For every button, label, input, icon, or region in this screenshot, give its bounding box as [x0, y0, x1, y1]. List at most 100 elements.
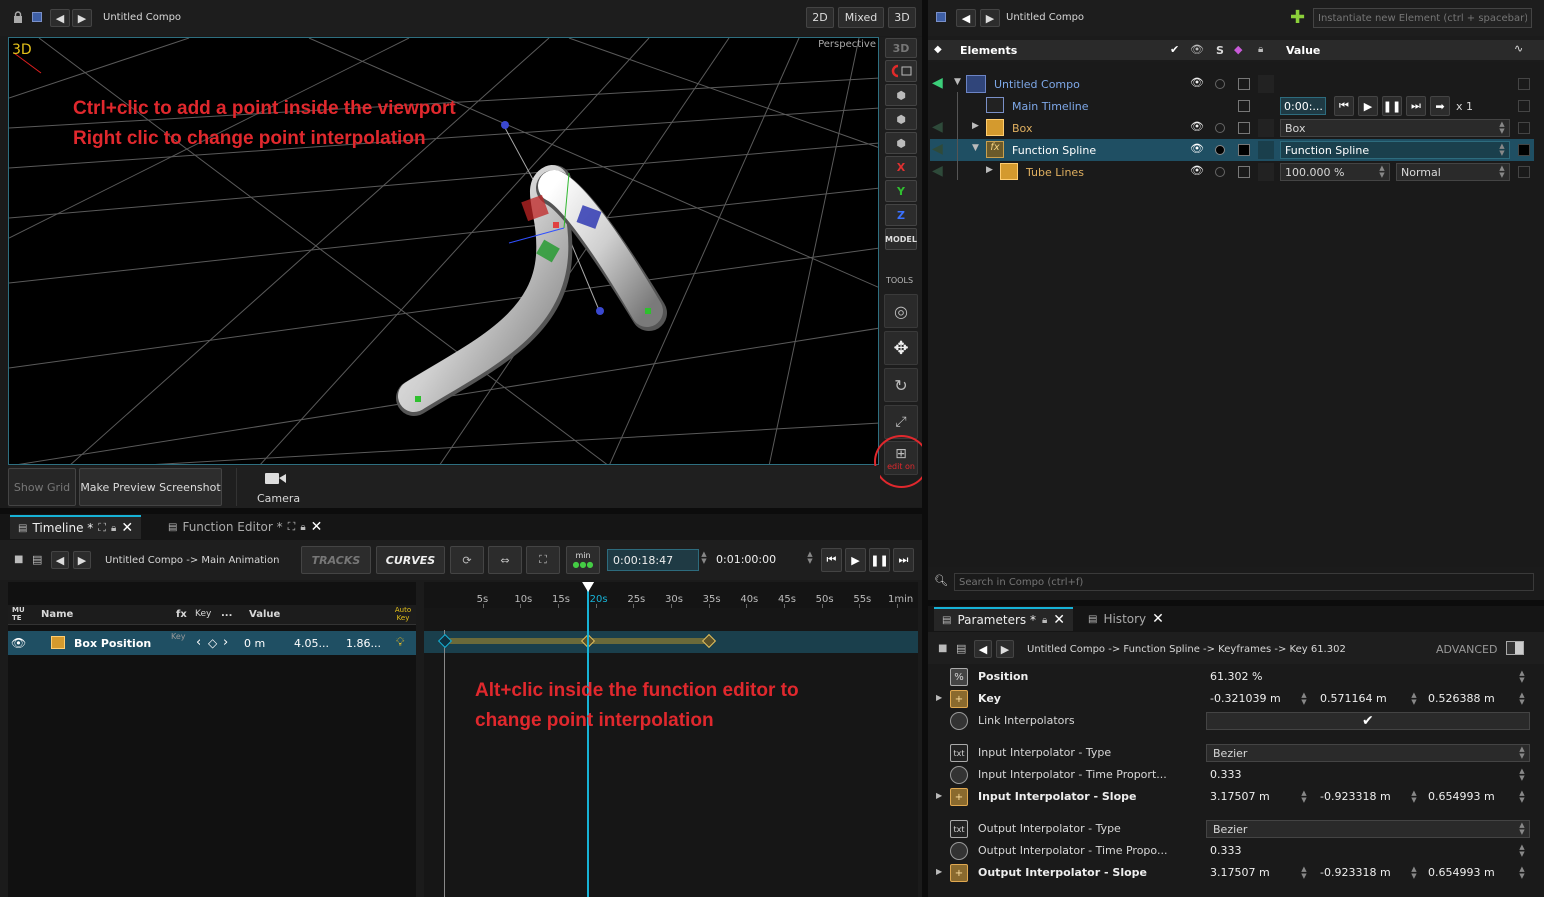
maximize-icon[interactable]: ⛶: [288, 520, 296, 534]
param-value[interactable]: -0.923318 m: [1320, 790, 1391, 803]
goto-end-button[interactable]: ⏭: [893, 548, 914, 572]
waveform-icon[interactable]: ∿: [1514, 42, 1523, 55]
camera-snap-button[interactable]: [885, 60, 917, 82]
close-icon[interactable]: ✕: [1152, 611, 1164, 627]
mode-2d-button[interactable]: 2D: [806, 7, 834, 28]
param-row[interactable]: % Position 61.302 % ▲ ▼: [934, 666, 1534, 688]
track-row[interactable]: 👁︎ Box Position Key ‹ ◇ › 0 m 4.05... 1.…: [8, 631, 416, 655]
add-key-icon[interactable]: ◇: [208, 636, 217, 650]
lock-checkbox[interactable]: [1238, 78, 1250, 90]
param-value[interactable]: 61.302 %: [1210, 670, 1262, 683]
eye-icon[interactable]: 👁︎: [1190, 120, 1204, 133]
lock-icon[interactable]: 🔒︎: [1258, 44, 1263, 55]
forward-button[interactable]: ▶: [980, 9, 1000, 27]
instantiate-input[interactable]: [1313, 8, 1532, 28]
lock-icon[interactable]: 🔒︎: [300, 522, 305, 533]
axis-z-button[interactable]: Z: [885, 204, 917, 226]
close-icon[interactable]: ✕: [121, 520, 133, 536]
param-row[interactable]: ▶ + Output Interpolator - Slope 3.17507 m ▲ ▼…: [934, 862, 1534, 884]
param-row[interactable]: o Link Interpolators ✔: [934, 710, 1534, 732]
tool-scale-button[interactable]: ⤢: [884, 405, 918, 439]
expand-icon[interactable]: ▼: [954, 77, 961, 87]
lock-icon[interactable]: [12, 10, 24, 24]
view-3d-button[interactable]: 3D: [885, 38, 917, 58]
play-button[interactable]: ▶: [845, 548, 866, 572]
forward-button[interactable]: ▶: [72, 9, 92, 27]
tree-row-untitled-compo[interactable]: ◀ ▼ Untitled Compo 👁︎: [930, 73, 1534, 95]
param-row[interactable]: ▶ + Input Interpolator - Slope 3.17507 m ▲ ▼ -…: [934, 786, 1534, 808]
link-interpolators-toggle[interactable]: ✔: [1206, 712, 1530, 730]
param-value[interactable]: 0.526388 m: [1428, 692, 1495, 705]
expand-icon[interactable]: ▼: [972, 143, 979, 153]
eye-icon[interactable]: 👁︎: [1190, 76, 1204, 89]
solo-radio[interactable]: [1215, 123, 1225, 133]
value-stepper[interactable]: ▲ ▼: [1518, 866, 1526, 880]
pause-button[interactable]: ❚❚: [1382, 96, 1402, 116]
back-button[interactable]: ◀: [956, 9, 976, 27]
tab-timeline[interactable]: ▤ Timeline * ⛶ 🔒︎ ✕: [10, 515, 142, 539]
value-stepper[interactable]: ▲ ▼: [1410, 866, 1418, 880]
interpolator-type-dropdown[interactable]: Bezier ▲ ▼: [1206, 820, 1530, 838]
value-stepper[interactable]: ▲ ▼: [1518, 670, 1526, 684]
lock-checkbox[interactable]: [1238, 122, 1250, 134]
interpolator-type-dropdown[interactable]: Bezier ▲ ▼: [1206, 744, 1530, 762]
tree-row-function-spline[interactable]: ◀ ▼ fx Function Spline 👁︎ Function Splin…: [930, 139, 1534, 161]
tool-select-button[interactable]: ◎: [884, 294, 918, 328]
lock-icon[interactable]: 🔒︎: [1042, 615, 1047, 626]
projection-label[interactable]: Perspective: [818, 39, 876, 50]
opacity-field[interactable]: 100.000 % ▲ ▼: [1280, 163, 1390, 181]
row-checkbox[interactable]: [1518, 100, 1530, 112]
eye-icon[interactable]: 👁︎: [1190, 164, 1204, 177]
tree-row-box[interactable]: ◀ ▶ Box 👁︎ Box ▲ ▼: [930, 117, 1534, 139]
track-value-3[interactable]: 1.86...: [346, 637, 381, 650]
close-icon[interactable]: ✕: [311, 519, 323, 535]
box-value-dropdown[interactable]: Box ▲ ▼: [1280, 119, 1510, 137]
value-stepper[interactable]: ▲ ▼: [1300, 866, 1308, 880]
current-time-stepper[interactable]: ▲ ▼: [700, 551, 708, 565]
curves-button[interactable]: CURVES: [376, 546, 445, 574]
lock-checkbox[interactable]: [1238, 166, 1250, 178]
cube-view-side-button[interactable]: ⬢: [885, 132, 917, 154]
tool-move-button[interactable]: ✥: [884, 331, 918, 365]
value-stepper[interactable]: ▲ ▼: [1518, 844, 1526, 858]
goto-start-button[interactable]: ⏮: [1334, 96, 1354, 116]
param-value[interactable]: 3.17507 m: [1210, 790, 1270, 803]
row-checkbox[interactable]: [1518, 144, 1530, 156]
advanced-toggle[interactable]: [1506, 641, 1524, 655]
row-checkbox[interactable]: [1518, 78, 1530, 90]
pin-icon[interactable]: ◆: [934, 44, 942, 55]
model-button[interactable]: MODEL: [885, 228, 917, 250]
close-icon[interactable]: ✕: [1053, 612, 1065, 628]
goto-start-button[interactable]: ⏮: [821, 548, 842, 572]
time-format-button[interactable]: min ●●●: [566, 546, 600, 574]
tree-row-main-timeline[interactable]: Main Timeline 0:00:... ⏮ ▶ ❚❚ ⏭ ➡ x 1: [930, 95, 1534, 117]
param-row[interactable]: ▶ + Key -0.321039 m ▲ ▼ 0.571164 m ▲ ▼ 0.526388 m…: [934, 688, 1534, 710]
loop-button[interactable]: ⟳: [450, 546, 484, 574]
viewport-canvas[interactable]: 3D Perspective Ctrl+clic to add a point …: [8, 37, 879, 465]
output-arrow-icon[interactable]: ◀: [932, 141, 943, 157]
preview-screenshot-button[interactable]: Make Preview Screenshot: [79, 468, 222, 506]
expand-icon[interactable]: ▶: [936, 791, 942, 800]
back-button[interactable]: ◀: [50, 9, 70, 27]
track-value-1[interactable]: 0 m: [244, 637, 265, 650]
color-tag-icon[interactable]: ◆: [1234, 43, 1242, 56]
check-icon[interactable]: ✔: [1170, 43, 1179, 56]
output-arrow-icon[interactable]: ◀: [932, 119, 943, 135]
param-value[interactable]: 3.17507 m: [1210, 866, 1270, 879]
fit-horizontal-button[interactable]: ⇔: [488, 546, 522, 574]
lock-icon[interactable]: 🔒︎: [111, 523, 116, 534]
expand-icon[interactable]: ▶: [972, 121, 979, 131]
lock-icon[interactable]: ■: [14, 554, 23, 565]
expand-icon[interactable]: ▶: [936, 867, 942, 876]
track-value-2[interactable]: 4.05...: [294, 637, 329, 650]
output-arrow-icon[interactable]: ◀: [932, 75, 943, 91]
tab-parameters[interactable]: ▤ Parameters * 🔒︎ ✕: [934, 607, 1074, 631]
output-arrow-icon[interactable]: ◀: [932, 163, 943, 179]
end-time-field[interactable]: 0:01:00:00: [712, 549, 804, 571]
play-button[interactable]: ▶: [1358, 96, 1378, 116]
solo-radio[interactable]: [1215, 79, 1225, 89]
tracks-button[interactable]: TRACKS: [301, 546, 371, 574]
param-value[interactable]: 0.333: [1210, 768, 1242, 781]
lightbulb-icon[interactable]: 💡︎: [396, 635, 404, 650]
tab-function-editor[interactable]: ▤ Function Editor * ⛶ 🔒︎ ✕: [160, 515, 330, 539]
